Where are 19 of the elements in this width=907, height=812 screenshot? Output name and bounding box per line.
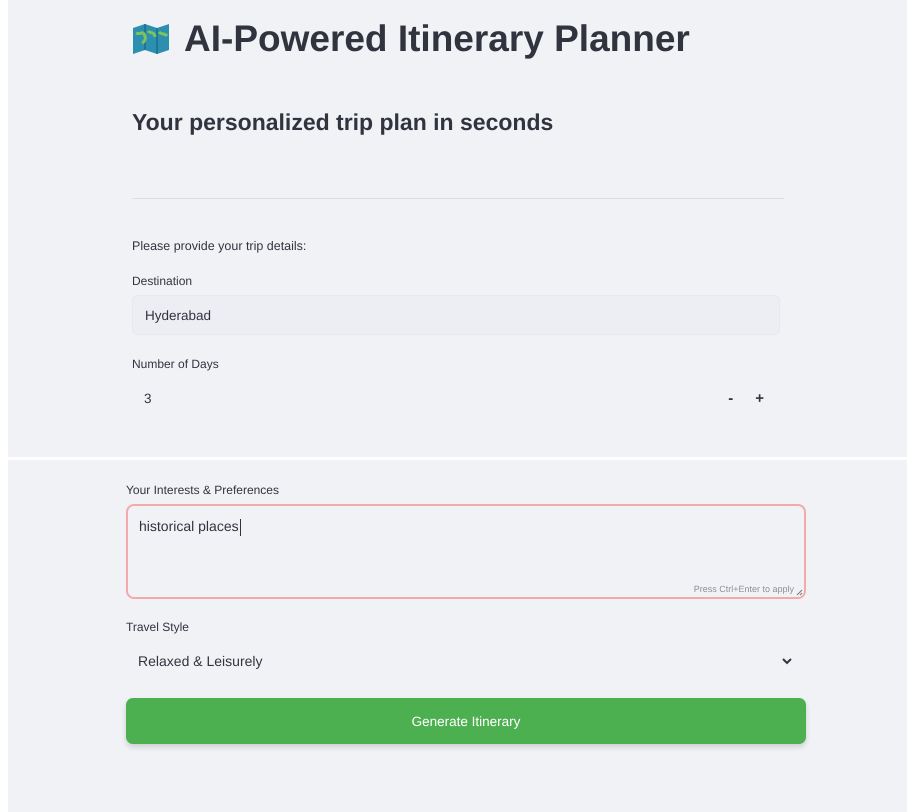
field-label: Your Interests & Preferences (126, 483, 279, 497)
subtitle: Your personalized trip plan in seconds (132, 109, 554, 136)
field-label: Destination (132, 274, 192, 288)
field-label: Number of Days (132, 357, 219, 371)
chevron-down-icon (782, 658, 792, 664)
interests-field[interactable]: historical places Press Ctrl+Enter to apply (126, 504, 806, 599)
interests-text: historical places (139, 518, 239, 534)
field-label: Travel Style (126, 620, 189, 634)
resize-handle-icon[interactable] (796, 589, 803, 596)
map-icon (132, 23, 170, 55)
decrement-button[interactable]: - (722, 390, 740, 406)
travel-style-dropdown[interactable]: Relaxed & Leisurely (126, 641, 806, 681)
increment-button[interactable]: + (749, 390, 770, 406)
destination-field[interactable]: Hyderabad (132, 295, 780, 335)
text-cursor (240, 518, 241, 536)
field-hint: Press Ctrl+Enter to apply (694, 584, 794, 594)
app-title: AI-Powered Itinerary Planner (184, 18, 690, 60)
days-field[interactable]: 3 - + (132, 378, 780, 418)
intro-text: Please provide your trip details: (132, 239, 306, 253)
